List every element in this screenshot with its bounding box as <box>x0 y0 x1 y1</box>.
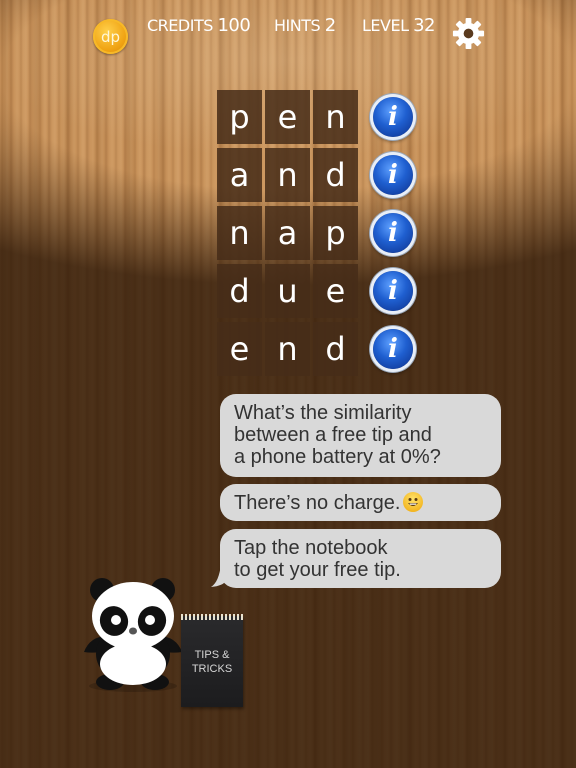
info-icon[interactable]: i <box>373 155 413 195</box>
top-hud: dp CREDITS 100 HINTS 2 LEVEL 32 <box>0 0 576 70</box>
hints-display: HINTS 2 <box>274 15 336 36</box>
message-line: between a free tip and <box>234 424 432 446</box>
bubble-tail <box>211 564 227 587</box>
gear-icon[interactable] <box>451 16 486 51</box>
info-icon[interactable]: i <box>373 213 413 253</box>
notebook-spiral <box>181 614 243 620</box>
panda-mascot <box>84 578 182 692</box>
letter-tile[interactable]: a <box>265 206 310 260</box>
level-value: 32 <box>413 15 435 36</box>
chat-bubble: There’s no charge. <box>220 484 501 521</box>
message-line: a phone battery at 0%? <box>234 446 441 468</box>
level-label: LEVEL <box>362 16 409 35</box>
hints-value: 2 <box>324 15 336 36</box>
chat-bubble: Tap the notebook to get your free tip. <box>220 529 501 588</box>
chat-bubble: What’s the similarity between a free tip… <box>220 394 501 477</box>
letter-tile[interactable]: d <box>313 148 358 202</box>
info-icon[interactable]: i <box>373 97 413 137</box>
notebook-label-line: TRICKS <box>191 663 233 675</box>
credits-value: 100 <box>217 15 251 36</box>
coin-store-button[interactable]: dp <box>93 19 128 54</box>
letter-tile[interactable]: e <box>217 322 262 376</box>
smiley-emoji-icon <box>403 492 424 512</box>
letter-tile[interactable]: e <box>313 264 358 318</box>
hints-label: HINTS <box>274 16 321 35</box>
letter-tile[interactable]: n <box>265 322 310 376</box>
letter-tile[interactable]: u <box>265 264 310 318</box>
letter-tile[interactable]: d <box>217 264 262 318</box>
message-line: Tap the notebook <box>234 537 388 559</box>
credits-label: CREDITS <box>147 16 213 35</box>
message-line: There’s no charge. <box>234 492 401 514</box>
info-icon[interactable]: i <box>373 271 413 311</box>
notebook-label: TIPS & TRICKS <box>181 648 243 676</box>
message-line: What’s the similarity <box>234 402 412 424</box>
letter-tile[interactable]: n <box>265 148 310 202</box>
info-icon[interactable]: i <box>373 329 413 369</box>
letter-tile[interactable]: n <box>217 206 262 260</box>
letter-tile[interactable]: p <box>313 206 358 260</box>
letter-tile[interactable]: p <box>217 90 262 144</box>
letter-tile[interactable]: e <box>265 90 310 144</box>
credits-display: CREDITS 100 <box>147 15 251 36</box>
letter-tile[interactable]: a <box>217 148 262 202</box>
tips-notebook-button[interactable]: TIPS & TRICKS <box>181 614 243 707</box>
level-display: LEVEL 32 <box>362 15 435 36</box>
letter-tile[interactable]: d <box>313 322 358 376</box>
message-line: to get your free tip. <box>234 559 401 581</box>
coin-logo-icon: dp <box>100 27 121 46</box>
letter-tile[interactable]: n <box>313 90 358 144</box>
notebook-label-line: TIPS & <box>194 649 230 661</box>
